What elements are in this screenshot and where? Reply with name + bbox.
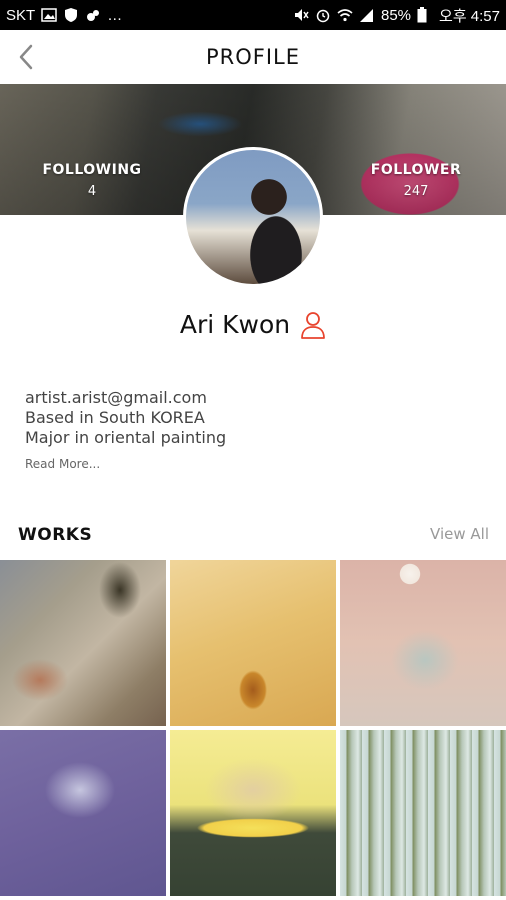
clock: 오후 4:57 [439,7,500,25]
profile-name-row: Ari Kwon [0,310,506,339]
follower-stat[interactable]: FOLLOWER 247 [364,162,468,199]
works-grid [0,560,506,900]
follower-label: FOLLOWER [370,162,462,178]
alarm-icon [315,7,331,23]
app-notification-icon [85,7,101,23]
status-bar: SKT … 85% 오후 4:57 [0,0,506,30]
more-notifications-icon: … [107,6,123,24]
signal-icon [359,7,375,23]
mute-icon [293,7,309,23]
wifi-icon [337,7,353,23]
chevron-left-icon [19,44,33,70]
gallery-notification-icon [41,7,57,23]
artwork-thumbnail[interactable] [0,560,166,726]
bio-major: Major in oriental painting [25,428,227,447]
artwork-thumbnail[interactable] [170,560,336,726]
works-heading: WORKS [18,525,93,545]
shield-notification-icon [63,7,79,23]
following-count: 4 [87,184,97,199]
artwork-thumbnail[interactable] [340,730,506,896]
following-stat[interactable]: FOLLOWING 4 [40,162,144,199]
app-header: PROFILE [0,30,506,84]
bio-location: Based in South KOREA [25,408,205,427]
follower-count: 247 [403,184,429,199]
artwork-thumbnail[interactable] [0,730,166,896]
artwork-thumbnail[interactable] [340,560,506,726]
profile-bio: artist.arist@gmail.com Based in South KO… [25,388,485,448]
back-button[interactable] [10,41,42,73]
profile-name: Ari Kwon [179,310,291,339]
following-label: FOLLOWING [42,162,142,178]
artwork-thumbnail[interactable] [170,730,336,896]
avatar[interactable] [183,147,323,287]
page-title: PROFILE [205,45,301,69]
battery-level: 85% [381,6,412,24]
view-all-link[interactable]: View All [430,525,489,543]
bio-email: artist.arist@gmail.com [25,388,207,407]
status-right: 85% 오후 4:57 [293,5,500,26]
follow-person-icon[interactable] [300,311,326,339]
battery-icon [417,7,433,23]
status-left: SKT … [6,7,122,24]
read-more-link[interactable]: Read More... [25,457,100,471]
carrier-label: SKT [6,6,36,24]
